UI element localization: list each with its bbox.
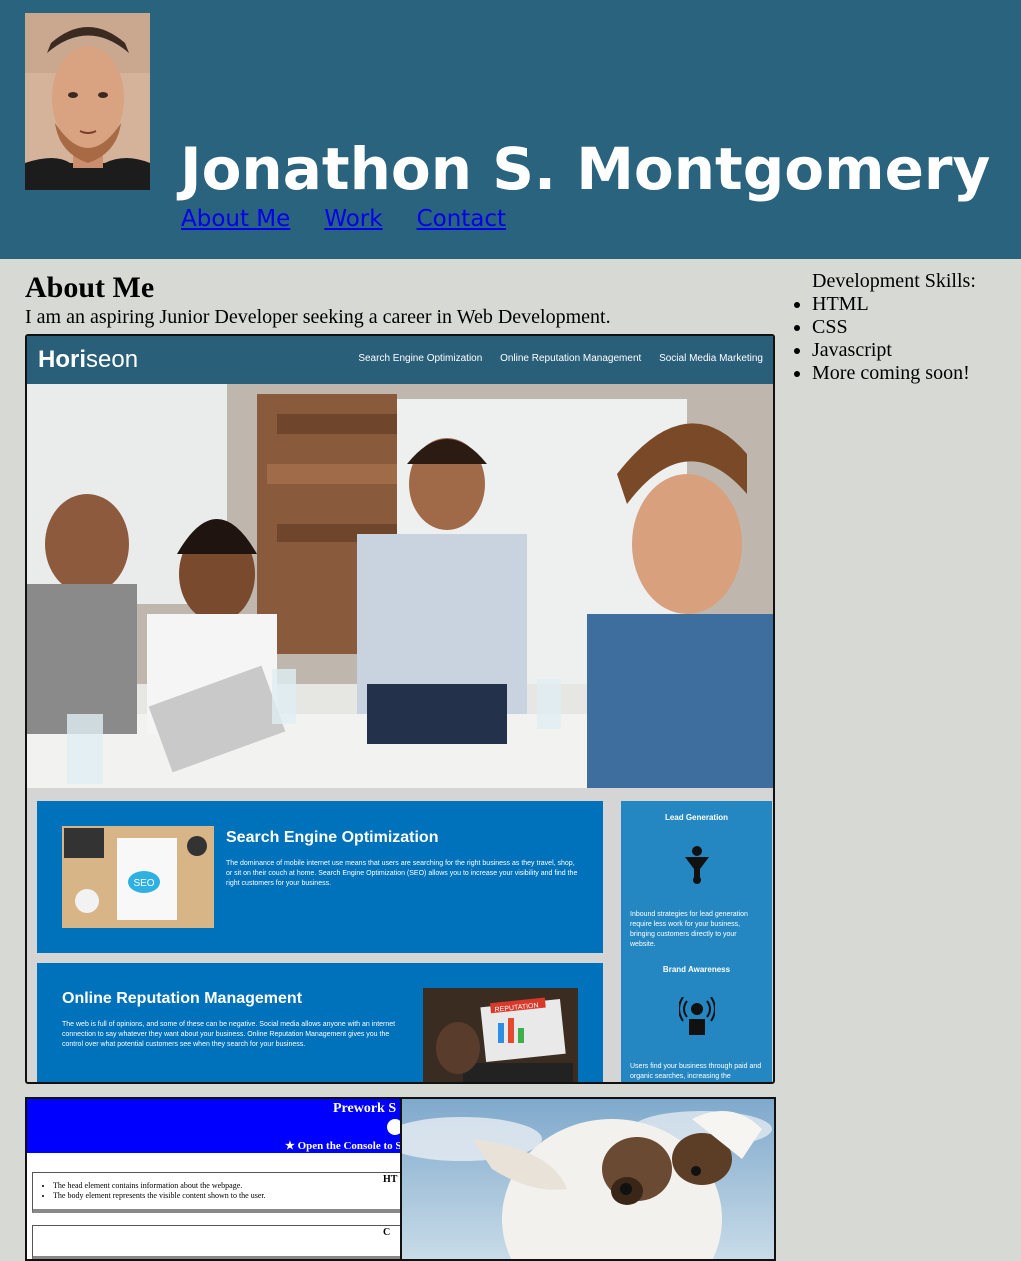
- brand-heading: Brand Awareness: [662, 965, 731, 974]
- horiseon-logo: Horiseon: [38, 346, 139, 373]
- horiseon-nav-links: Search Engine Optimization Online Reputa…: [343, 353, 763, 364]
- brand-awareness-icon: [678, 996, 716, 1042]
- nav-link-work[interactable]: Work: [324, 206, 382, 232]
- horiseon-nav-item: Social Media Marketing: [659, 353, 763, 364]
- project-card-dog-photo[interactable]: [400, 1097, 776, 1261]
- prework-banner: Prework S ★ Open the Console to S: [27, 1099, 400, 1153]
- horiseon-orm-section: Online Reputation Management The web is …: [37, 963, 603, 1082]
- prework-list: The head element contains information ab…: [33, 1181, 400, 1201]
- prework-list-item: The head element contains information ab…: [53, 1181, 400, 1191]
- site-header: Jonathon S. Montgomery About Me Work Conta…: [0, 0, 1021, 259]
- horiseon-nav-item: Search Engine Optimization: [358, 353, 483, 364]
- profile-photo: [25, 13, 150, 190]
- skills-label: Development Skills:: [812, 270, 976, 292]
- orm-image: REPUTATION: [423, 988, 578, 1082]
- prework-title: Prework S: [333, 1101, 397, 1116]
- funnel-icon: [683, 845, 711, 890]
- prework-section-css: C: [32, 1225, 400, 1259]
- prework-list-item: The body element represents the visible …: [53, 1191, 400, 1201]
- prework-section-heading: C: [383, 1227, 391, 1238]
- main-nav: About Me Work Contact: [181, 203, 540, 235]
- brand-text: Users find your business through paid an…: [630, 1063, 762, 1080]
- lead-text: Inbound strategies for lead generation r…: [630, 911, 748, 948]
- about-heading: About Me: [25, 271, 155, 304]
- seo-image: SEO: [62, 826, 214, 928]
- prework-section-html: HT The head element contains information…: [32, 1172, 400, 1213]
- nav-link-contact[interactable]: Contact: [417, 206, 506, 232]
- site-title: Jonathon S. Montgomery: [180, 135, 991, 203]
- skill-item: HTML: [812, 293, 976, 316]
- dog-photo: [402, 1099, 774, 1259]
- skills-list: HTML CSS Javascript More coming soon!: [792, 293, 976, 385]
- horiseon-seo-section: SEO Search Engine Optimization The domin…: [37, 801, 603, 953]
- skill-item: CSS: [812, 316, 976, 339]
- skill-item: Javascript: [812, 339, 976, 362]
- svg-text:SEO: SEO: [133, 878, 154, 889]
- seo-text: The dominance of mobile internet use mea…: [226, 860, 578, 887]
- about-text: I am an aspiring Junior Developer seekin…: [25, 306, 611, 328]
- project-card-prework[interactable]: Prework S ★ Open the Console to S HT The…: [25, 1097, 402, 1261]
- horiseon-sidebar: Lead Generation Inbound strategies for l…: [621, 801, 772, 1082]
- prework-section-heading: HT: [383, 1174, 398, 1185]
- nav-link-about[interactable]: About Me: [181, 206, 290, 232]
- orm-heading: Online Reputation Management: [62, 990, 303, 1007]
- lead-heading: Lead Generation: [664, 813, 729, 822]
- project-card-horiseon[interactable]: Horiseon Search Engine Optimization Onli…: [25, 334, 775, 1084]
- horiseon-nav-item: Online Reputation Management: [500, 353, 642, 364]
- orm-text: The web is full of opinions, and some of…: [62, 1021, 396, 1048]
- skill-item: More coming soon!: [812, 362, 976, 385]
- horiseon-hero-image: [27, 384, 773, 788]
- prework-console-hint: ★ Open the Console to S: [285, 1140, 402, 1152]
- seo-heading: Search Engine Optimization: [226, 829, 439, 846]
- horiseon-navbar: Horiseon Search Engine Optimization Onli…: [27, 336, 773, 384]
- skills-panel: Development Skills: HTML CSS Javascript …: [792, 270, 976, 385]
